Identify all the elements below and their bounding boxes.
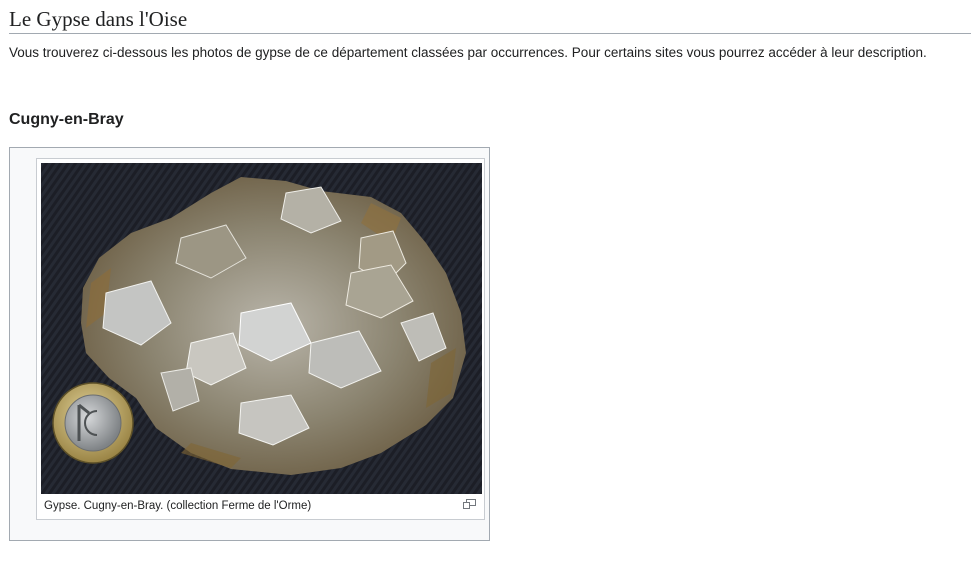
thumbnail-frame: Gypse. Cugny-en-Bray. (collection Ferme … <box>36 158 485 520</box>
gypsum-photo[interactable] <box>41 163 482 494</box>
magnify-icon[interactable] <box>463 499 476 509</box>
photo-caption: Gypse. Cugny-en-Bray. (collection Ferme … <box>44 500 312 512</box>
page-title: Le Gypse dans l'Oise <box>9 7 188 31</box>
title-divider <box>9 33 971 34</box>
gallery-box: Gypse. Cugny-en-Bray. (collection Ferme … <box>9 147 490 541</box>
intro-paragraph: Vous trouverez ci-dessous les photos de … <box>9 45 927 60</box>
section-heading-cugny-en-bray: Cugny-en-Bray <box>9 111 124 128</box>
